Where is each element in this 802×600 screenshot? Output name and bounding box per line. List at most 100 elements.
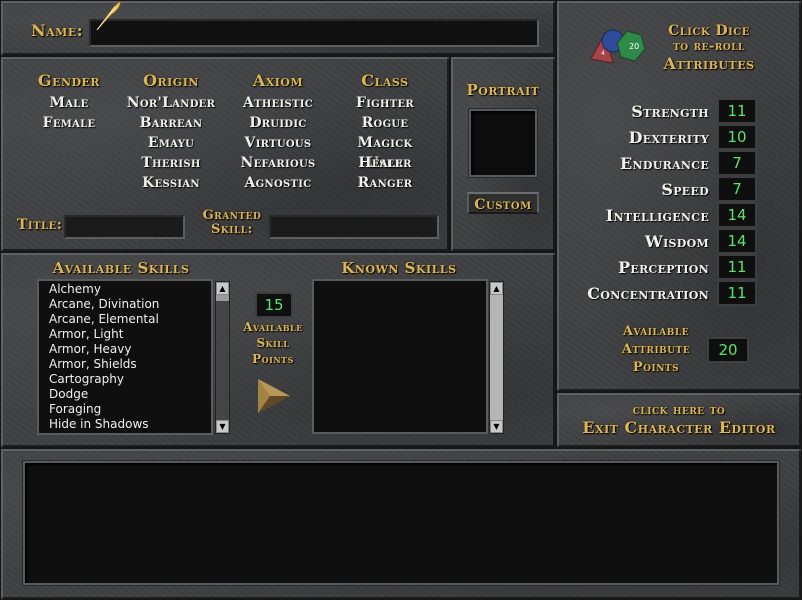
- dice-text-line3: Attributes: [663, 54, 755, 73]
- skill-item[interactable]: Arcane, Divination: [39, 297, 211, 312]
- skill-item[interactable]: Armor, Light: [39, 327, 211, 342]
- skill-item[interactable]: Foraging: [39, 402, 211, 417]
- attribute-label: Wisdom: [644, 231, 709, 251]
- dice-icon[interactable]: 4 20: [583, 23, 651, 65]
- skill-item[interactable]: Alchemy: [39, 282, 211, 297]
- axiom-option[interactable]: Atheistic: [233, 93, 323, 113]
- gender-header: Gender: [37, 71, 101, 90]
- skill-item[interactable]: Cartography: [39, 372, 211, 387]
- skills-panel: Available Skills Alchemy Arcane, Divinat…: [0, 252, 556, 448]
- class-option[interactable]: Ranger: [337, 173, 433, 193]
- quill-icon: [96, 1, 122, 31]
- axiom-column: Axiom Atheistic Druidic Virtuous Nefario…: [233, 71, 323, 193]
- axiom-option[interactable]: Virtuous: [233, 133, 323, 153]
- attribute-value: 11: [717, 280, 757, 306]
- available-skills-header: Available Skills: [52, 259, 190, 277]
- custom-portrait-button[interactable]: Custom: [467, 192, 539, 214]
- origin-option[interactable]: Barrean: [121, 113, 221, 133]
- attribute-row-perception: Perception 11: [618, 254, 757, 280]
- skill-points-line3: Points: [252, 352, 294, 366]
- name-label: Name:: [31, 21, 84, 40]
- origin-option[interactable]: Emayu: [121, 133, 221, 153]
- dice-instructions: Click Dice to re-roll Attributes: [653, 23, 765, 73]
- portrait-label: Portrait: [466, 81, 540, 99]
- attribute-value: 14: [717, 228, 757, 254]
- attribute-points-value: 20: [707, 337, 749, 363]
- attribute-points-line1: Available: [622, 324, 690, 339]
- class-option[interactable]: Magick User: [337, 133, 433, 171]
- available-skills-scrollbar[interactable]: ▲ ▼: [215, 281, 230, 434]
- attribute-points-line3: Points: [632, 360, 680, 375]
- portrait-image[interactable]: [471, 111, 535, 175]
- portrait-panel: Portrait Custom: [450, 56, 556, 252]
- attribute-value: 7: [717, 150, 757, 176]
- available-skills-list[interactable]: Alchemy Arcane, Divination Arcane, Eleme…: [39, 281, 211, 433]
- skill-item[interactable]: Armor, Heavy: [39, 342, 211, 357]
- skill-item[interactable]: Hide in Shadows: [39, 417, 211, 432]
- origin-option[interactable]: Kessian: [121, 173, 221, 193]
- class-header: Class: [361, 71, 409, 90]
- class-column: Class Fighter Rogue Magick User Healer R…: [337, 71, 433, 193]
- attribute-points-line2: Attribute: [621, 342, 691, 357]
- attribute-row-wisdom: Wisdom 14: [645, 228, 757, 254]
- title-label: Title:: [17, 217, 63, 233]
- gender-column: Gender Male Female: [31, 71, 107, 133]
- exit-character-editor-button[interactable]: click here to Exit Character Editor: [556, 392, 802, 448]
- scroll-thumb[interactable]: [216, 295, 229, 301]
- class-option[interactable]: Rogue: [337, 113, 433, 133]
- attribute-points-label: Available Attribute Points: [609, 323, 703, 377]
- attribute-row-endurance: Endurance 7: [620, 150, 757, 176]
- known-skills-scrollbar[interactable]: ▲ ▼: [489, 281, 504, 434]
- granted-skill-label: Granted Skill:: [197, 209, 267, 237]
- attribute-label: Endurance: [620, 153, 709, 173]
- attribute-value: 14: [717, 202, 757, 228]
- add-skill-arrow-icon[interactable]: [256, 379, 292, 413]
- attribute-row-strength: Strength 11: [631, 98, 757, 124]
- attribute-label: Intelligence: [605, 205, 709, 225]
- attribute-value: 7: [717, 176, 757, 202]
- attribute-row-dexterity: Dexterity 10: [629, 124, 757, 150]
- axiom-header: Axiom: [252, 71, 304, 90]
- class-option[interactable]: Fighter: [337, 93, 433, 113]
- skill-points-line1: Available: [243, 320, 303, 334]
- attribute-label: Perception: [618, 257, 709, 277]
- attributes-panel: 4 20 Click Dice to re-roll Attributes St…: [556, 0, 802, 392]
- name-panel: Name:: [0, 0, 556, 56]
- axiom-option[interactable]: Nefarious: [233, 153, 323, 173]
- origin-option[interactable]: Therish: [121, 153, 221, 173]
- scroll-up-button[interactable]: ▲: [216, 282, 229, 295]
- skill-item[interactable]: Arcane, Elemental: [39, 312, 211, 327]
- attribute-row-speed: Speed 7: [661, 176, 757, 202]
- scroll-down-button[interactable]: ▼: [216, 420, 229, 433]
- dice-text-line1: Click Dice: [668, 23, 750, 39]
- axiom-option[interactable]: Druidic: [233, 113, 323, 133]
- granted-skill-label-line2: Skill:: [211, 222, 253, 237]
- origin-column: Origin Nor'Lander Barrean Emayu Therish …: [121, 71, 221, 193]
- scroll-down-button[interactable]: ▼: [490, 420, 503, 433]
- known-skills-list[interactable]: [314, 281, 486, 432]
- class-option[interactable]: Healer: [337, 153, 433, 173]
- skill-item[interactable]: Armor, Shields: [39, 357, 211, 372]
- name-input[interactable]: [89, 19, 539, 47]
- dice-text-line2: to re-roll: [673, 39, 745, 54]
- svg-text:4: 4: [601, 50, 605, 57]
- skill-points-label: Available Skill Points: [237, 319, 309, 367]
- granted-skill-label-line1: Granted: [202, 208, 262, 223]
- origin-option[interactable]: Nor'Lander: [121, 93, 221, 113]
- message-area: [25, 463, 777, 583]
- skill-points-line2: Skill: [256, 336, 290, 350]
- attribute-value: 10: [717, 124, 757, 150]
- scroll-up-button[interactable]: ▲: [490, 282, 503, 295]
- axiom-option[interactable]: Agnostic: [233, 173, 323, 193]
- skill-item[interactable]: Dodge: [39, 387, 211, 402]
- custom-button-label: Custom: [474, 197, 532, 213]
- attribute-value: 11: [717, 98, 757, 124]
- gender-option-male[interactable]: Male: [31, 93, 107, 113]
- attribute-label: Dexterity: [628, 127, 709, 147]
- gender-option-female[interactable]: Female: [31, 113, 107, 133]
- known-skills-header: Known Skills: [341, 259, 457, 277]
- title-input[interactable]: [64, 215, 185, 239]
- exit-text-line1: click here to: [632, 403, 726, 418]
- message-panel: [0, 448, 802, 600]
- selection-panel: Gender Male Female Origin Nor'Lander Bar…: [0, 56, 450, 252]
